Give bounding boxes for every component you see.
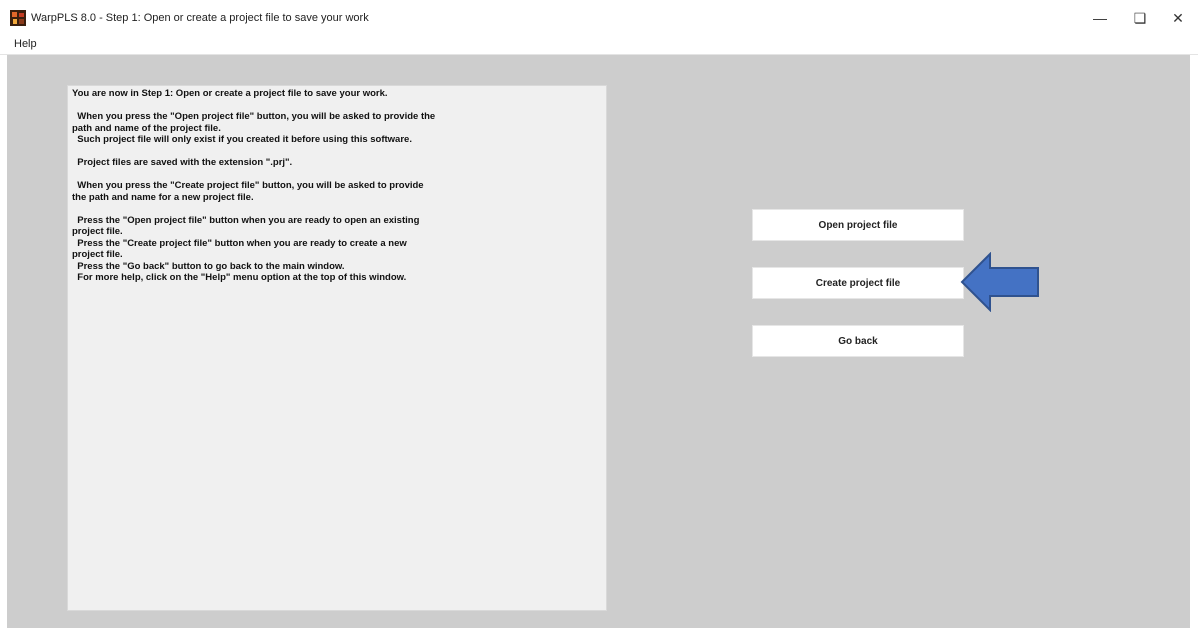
go-back-label: Go back	[838, 335, 878, 347]
minimize-icon: —	[1093, 10, 1107, 26]
open-project-file-button[interactable]: Open project file	[752, 209, 964, 241]
instructions-panel: You are now in Step 1: Open or create a …	[67, 85, 607, 611]
create-project-file-label: Create project file	[815, 277, 901, 289]
create-project-file-button[interactable]: Create project file	[752, 267, 964, 299]
client-area: You are now in Step 1: Open or create a …	[7, 55, 1190, 628]
title-bar: WarpPLS 8.0 - Step 1: Open or create a p…	[0, 0, 1198, 36]
window-title: WarpPLS 8.0 - Step 1: Open or create a p…	[31, 12, 369, 24]
app-window: WarpPLS 8.0 - Step 1: Open or create a p…	[0, 0, 1198, 630]
open-project-file-label: Open project file	[818, 219, 898, 231]
close-button[interactable]: ✕	[1158, 6, 1198, 30]
close-icon: ✕	[1172, 9, 1184, 26]
blue-arrow-pointer-icon	[960, 252, 1039, 312]
maximize-button[interactable]: ❏	[1120, 6, 1160, 30]
menu-item-help[interactable]: Help	[11, 38, 40, 50]
go-back-button[interactable]: Go back	[752, 325, 964, 357]
maximize-icon: ❏	[1133, 9, 1147, 26]
menu-bar: Help	[0, 36, 1198, 55]
warppls-app-icon	[10, 10, 26, 26]
minimize-button[interactable]: —	[1080, 6, 1120, 30]
